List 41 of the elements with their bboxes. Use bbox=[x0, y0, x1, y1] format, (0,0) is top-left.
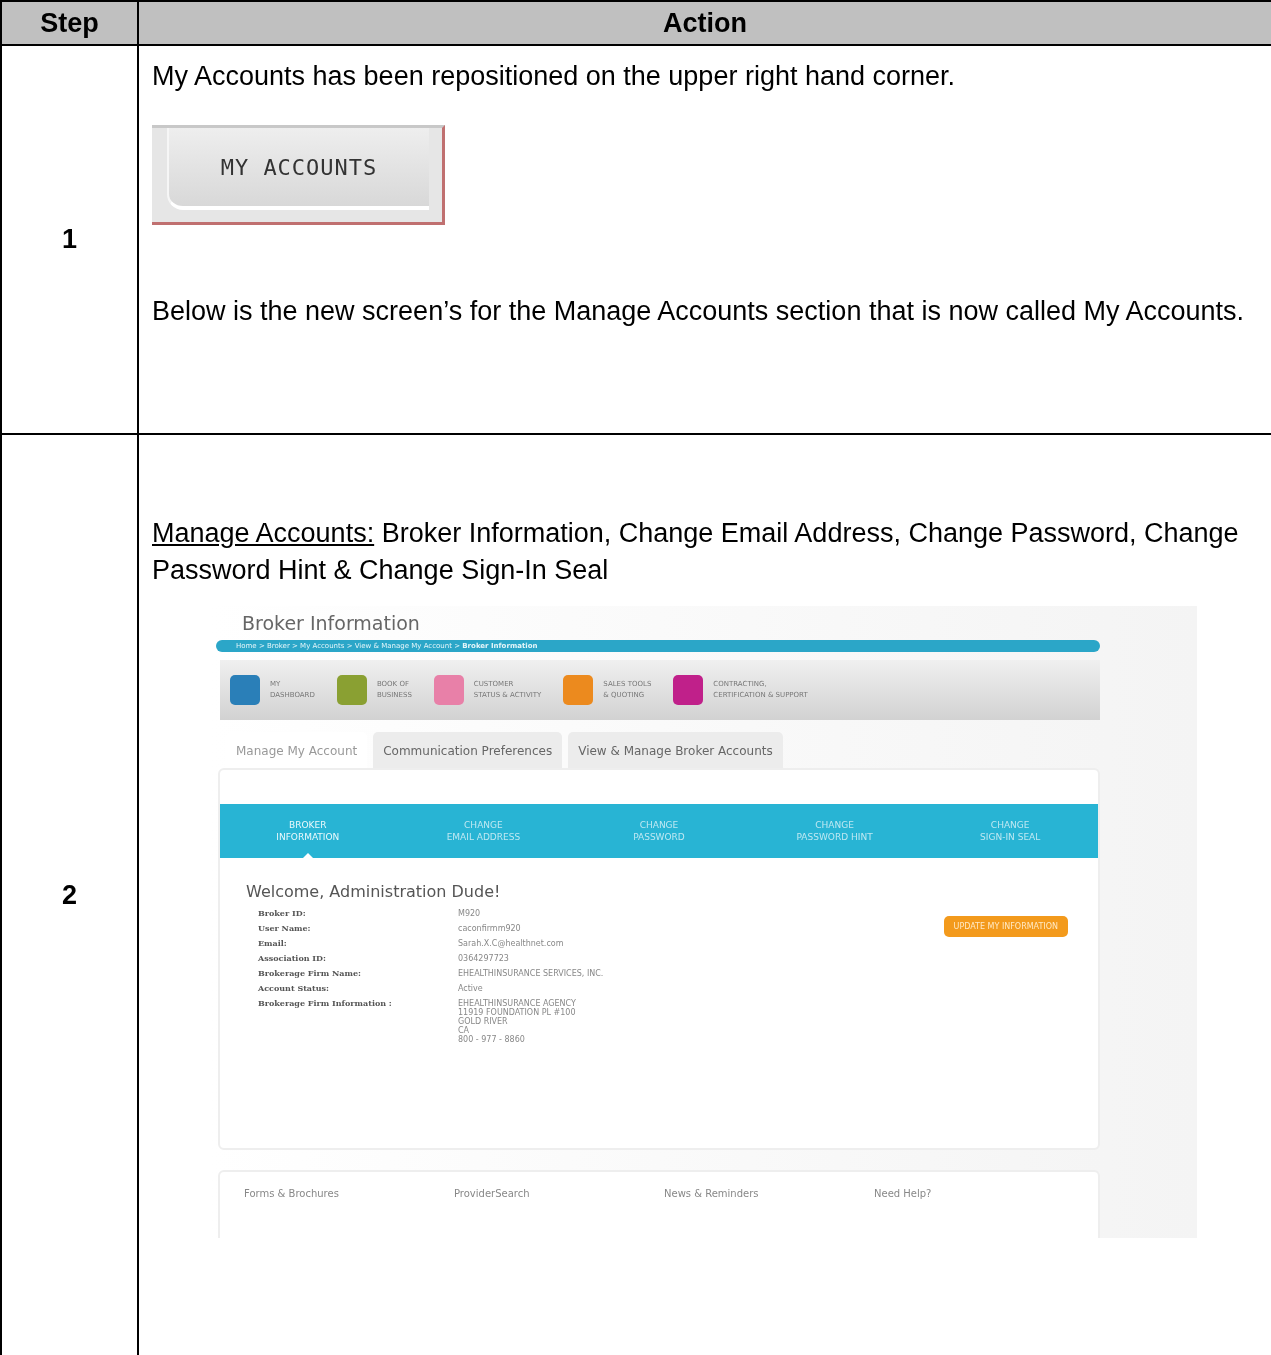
sub-nav-tab[interactable]: CHANGE PASSWORD bbox=[571, 804, 747, 858]
field-label: Association ID: bbox=[258, 954, 327, 963]
footer-link[interactable]: News & Reminders bbox=[664, 1188, 874, 1199]
field-value: Active bbox=[458, 984, 483, 993]
field-value: M920 bbox=[458, 909, 481, 918]
nav-icon[interactable] bbox=[230, 675, 260, 705]
nav-icon[interactable] bbox=[336, 675, 367, 705]
field-label: Broker ID: bbox=[258, 909, 307, 918]
my-accounts-label: MY ACCOUNTS bbox=[220, 154, 378, 180]
field-label: Email: bbox=[258, 939, 288, 948]
tab[interactable]: View & Manage Broker Accounts bbox=[568, 732, 783, 768]
column-header: Step bbox=[2, 2, 139, 46]
sub-nav-tab[interactable]: CHANGE SIGN-IN SEAL bbox=[922, 804, 1098, 858]
field-value: caconfirmm920 bbox=[458, 924, 521, 933]
field-value: EHEALTHINSURANCE SERVICES, INC. bbox=[458, 969, 604, 978]
instruction-text: My Accounts has been repositioned on the upper right hand corner. bbox=[152, 60, 957, 93]
sub-nav-tab[interactable]: CHANGE EMAIL ADDRESS bbox=[395, 804, 572, 858]
field-label: User Name: bbox=[258, 924, 312, 933]
field-value: Sarah.X.C@healthnet.com bbox=[458, 939, 564, 948]
step-number: 2 bbox=[62, 879, 77, 911]
field-label: Brokerage Firm Name: bbox=[258, 969, 362, 978]
step-number: 1 bbox=[62, 224, 77, 255]
field-label: Brokerage Firm Information : bbox=[258, 999, 393, 1010]
instruction-text: Below is the new screen’s for the Manage Accounts section that is now called My Accounts. bbox=[152, 295, 1246, 328]
tab[interactable]: Communication Preferences bbox=[373, 732, 563, 768]
nav-icon[interactable] bbox=[563, 675, 594, 705]
sub-nav-tab[interactable]: BROKER INFORMATION bbox=[220, 804, 396, 858]
column-header: Action bbox=[139, 2, 1271, 46]
footer-link[interactable]: Need Help? bbox=[874, 1188, 1084, 1199]
footer-link[interactable]: Forms & Brochures bbox=[244, 1188, 454, 1199]
footer-link[interactable]: ProviderSearch bbox=[454, 1188, 664, 1199]
sub-nav-tab[interactable]: CHANGE PASSWORD HINT bbox=[746, 804, 923, 858]
page-title: Broker Information bbox=[242, 612, 421, 634]
field-value: EHEALTHINSURANCE AGENCY 11919 FOUNDATION PL #100 GOLD RIVER CA 800 - 977 - 8860 bbox=[458, 999, 576, 1044]
update-button[interactable]: UPDATE MY INFORMATION bbox=[943, 916, 1068, 937]
field-label: Account Status: bbox=[258, 984, 331, 993]
welcome-heading: Welcome, Administration Dude! bbox=[246, 882, 502, 901]
field-value: 0364297723 bbox=[458, 954, 509, 963]
nav-icon[interactable] bbox=[673, 675, 704, 705]
instruction-text: Manage Accounts: Broker Information, Change Email Address, Change Password, Change Password Hint & Change Sign-In Seal bbox=[152, 517, 1240, 587]
nav-icon[interactable] bbox=[433, 675, 464, 705]
